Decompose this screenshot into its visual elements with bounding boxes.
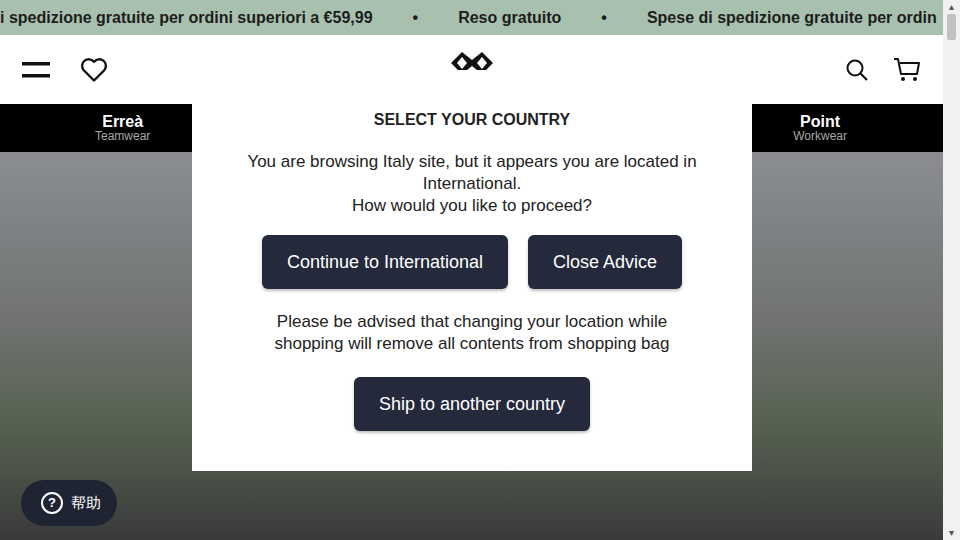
announcement-item: Reso gratuito	[458, 9, 561, 27]
country-modal: SELECT YOUR COUNTRY You are browsing Ita…	[192, 70, 752, 471]
scrollbar[interactable]: ▴ ▾	[943, 0, 960, 540]
modal-button[interactable]: Continue to International	[262, 235, 508, 289]
nav-item[interactable]: Point Workwear	[793, 113, 847, 144]
scrollbar-thumb[interactable]	[947, 14, 956, 40]
help-icon: ?	[41, 492, 63, 514]
cart-icon[interactable]	[893, 57, 921, 83]
modal-button[interactable]: Close Advice	[528, 235, 682, 289]
modal-note: Please be advised that changing your loc…	[252, 311, 692, 355]
announcement-item: •	[413, 9, 419, 27]
search-icon[interactable]	[845, 58, 869, 82]
help-button[interactable]: ? 帮助	[21, 480, 117, 526]
announcement-item: i spedizione gratuite per ordini superio…	[0, 9, 373, 27]
modal-message: You are browsing Italy site, but it appe…	[237, 151, 707, 217]
announcement-bar: i spedizione gratuite per ordini superio…	[0, 0, 943, 35]
modal-title: SELECT YOUR COUNTRY	[374, 110, 570, 130]
announcement-item: •	[601, 9, 607, 27]
menu-icon[interactable]	[22, 60, 50, 80]
heart-icon[interactable]	[80, 57, 108, 83]
ship-another-country-button[interactable]: Ship to another country	[354, 377, 590, 431]
announcement-item: Spese di spedizione gratuite per ordin	[647, 9, 937, 27]
page: i spedizione gratuite per ordini superio…	[0, 0, 960, 540]
nav-item[interactable]: Erreà Teamwear	[95, 113, 150, 144]
